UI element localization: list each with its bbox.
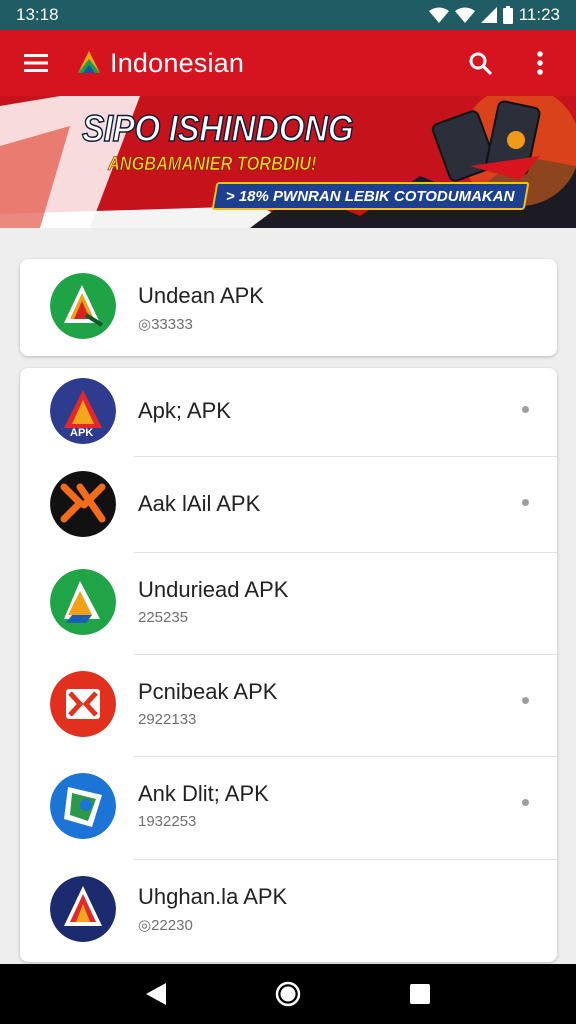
app-icon: APK xyxy=(50,378,116,444)
wifi-icon xyxy=(428,7,449,23)
app-title: Pcnibeak APK xyxy=(138,679,278,704)
apk-app-icon: APK xyxy=(50,378,116,444)
promo-banner[interactable]: SIPO ISHINDONG ANGBAMANIER TORBDIU! > 18… xyxy=(0,96,576,228)
banner-subheadline: ANGBAMANIER TORBDIU! xyxy=(108,154,317,176)
aak-app-icon xyxy=(50,471,116,537)
more-vert-icon xyxy=(537,51,543,75)
menu-button[interactable] xyxy=(16,43,56,83)
status-dot xyxy=(522,499,529,506)
back-button[interactable] xyxy=(132,970,180,1018)
home-icon xyxy=(275,981,301,1007)
app-subtitle: 1932253 xyxy=(138,813,197,830)
status-dot xyxy=(522,697,529,704)
app-title: Aak lAil APK xyxy=(138,491,261,516)
list-item[interactable]: Undean APK ◎33333 xyxy=(20,259,557,356)
banner-cta-label: > 18% PWNRAN LEBIK COTODUMAKAN xyxy=(226,187,515,205)
featured-app-card[interactable]: Undean APK ◎33333 xyxy=(20,259,557,356)
app-icon xyxy=(50,471,116,537)
app-title: Undean APK xyxy=(138,283,264,308)
app-subtitle: ◎22230 xyxy=(138,917,193,934)
unduriead-app-icon xyxy=(50,569,116,635)
banner-headline: SIPO ISHINDONG xyxy=(81,107,354,150)
search-button[interactable] xyxy=(460,43,500,83)
status-time-right: 11:23 xyxy=(518,5,560,24)
status-dot xyxy=(522,799,529,806)
app-title: Unduriead APK xyxy=(138,577,289,602)
app-icon xyxy=(50,876,116,942)
app-subtitle: 225235 xyxy=(138,609,189,626)
list-item[interactable]: Uhghan.la APK ◎22230 xyxy=(20,860,557,962)
app-title: Indonesian xyxy=(110,47,245,78)
status-time: 13:18 xyxy=(16,5,59,24)
system-nav-bar xyxy=(0,964,576,1024)
wifi-icon xyxy=(454,7,475,23)
app-title: Uhghan.la APK xyxy=(138,884,288,909)
app-bar: Indonesian xyxy=(0,30,576,96)
app-icon xyxy=(50,569,116,635)
list-item[interactable]: Unduriead APK 225235 xyxy=(20,553,557,655)
pcnibeak-app-icon xyxy=(50,671,116,737)
app-subtitle: 2922133 xyxy=(138,711,197,728)
undean-app-icon xyxy=(50,273,116,339)
app-icon xyxy=(50,671,116,737)
status-dot xyxy=(522,406,529,413)
app-icon xyxy=(50,273,116,339)
svg-text:APK: APK xyxy=(70,427,93,439)
battery-icon xyxy=(502,6,513,24)
app-title: Ank Dlit; APK xyxy=(138,781,269,806)
search-icon xyxy=(469,52,492,75)
status-icons: 11:23 xyxy=(428,5,560,25)
menu-icon xyxy=(24,54,48,72)
list-item[interactable]: APK Apk; APK xyxy=(20,368,557,457)
recents-icon xyxy=(410,984,430,1004)
app-list-card: APK Apk; APK Aak lAil APK Unduriead APK … xyxy=(20,368,557,962)
list-item[interactable]: Pcnibeak APK 2922133 xyxy=(20,655,557,757)
home-button[interactable] xyxy=(264,970,312,1018)
list-item[interactable]: Aak lAil APK xyxy=(20,457,557,553)
list-item[interactable]: Ank Dlit; APK 1932253 xyxy=(20,757,557,860)
more-options-button[interactable] xyxy=(520,43,560,83)
ank-app-icon xyxy=(50,773,116,839)
banner-cta-button[interactable]: > 18% PWNRAN LEBIK COTODUMAKAN xyxy=(211,182,529,210)
signal-icon xyxy=(480,7,497,23)
app-subtitle: ◎33333 xyxy=(138,316,193,333)
back-icon xyxy=(146,983,166,1005)
status-bar: 13:18 11:23 xyxy=(0,0,576,30)
app-icon xyxy=(50,773,116,839)
recents-button[interactable] xyxy=(396,970,444,1018)
uhghan-app-icon xyxy=(50,876,116,942)
app-title: Apk; APK xyxy=(138,398,231,423)
app-logo-icon xyxy=(78,51,100,73)
